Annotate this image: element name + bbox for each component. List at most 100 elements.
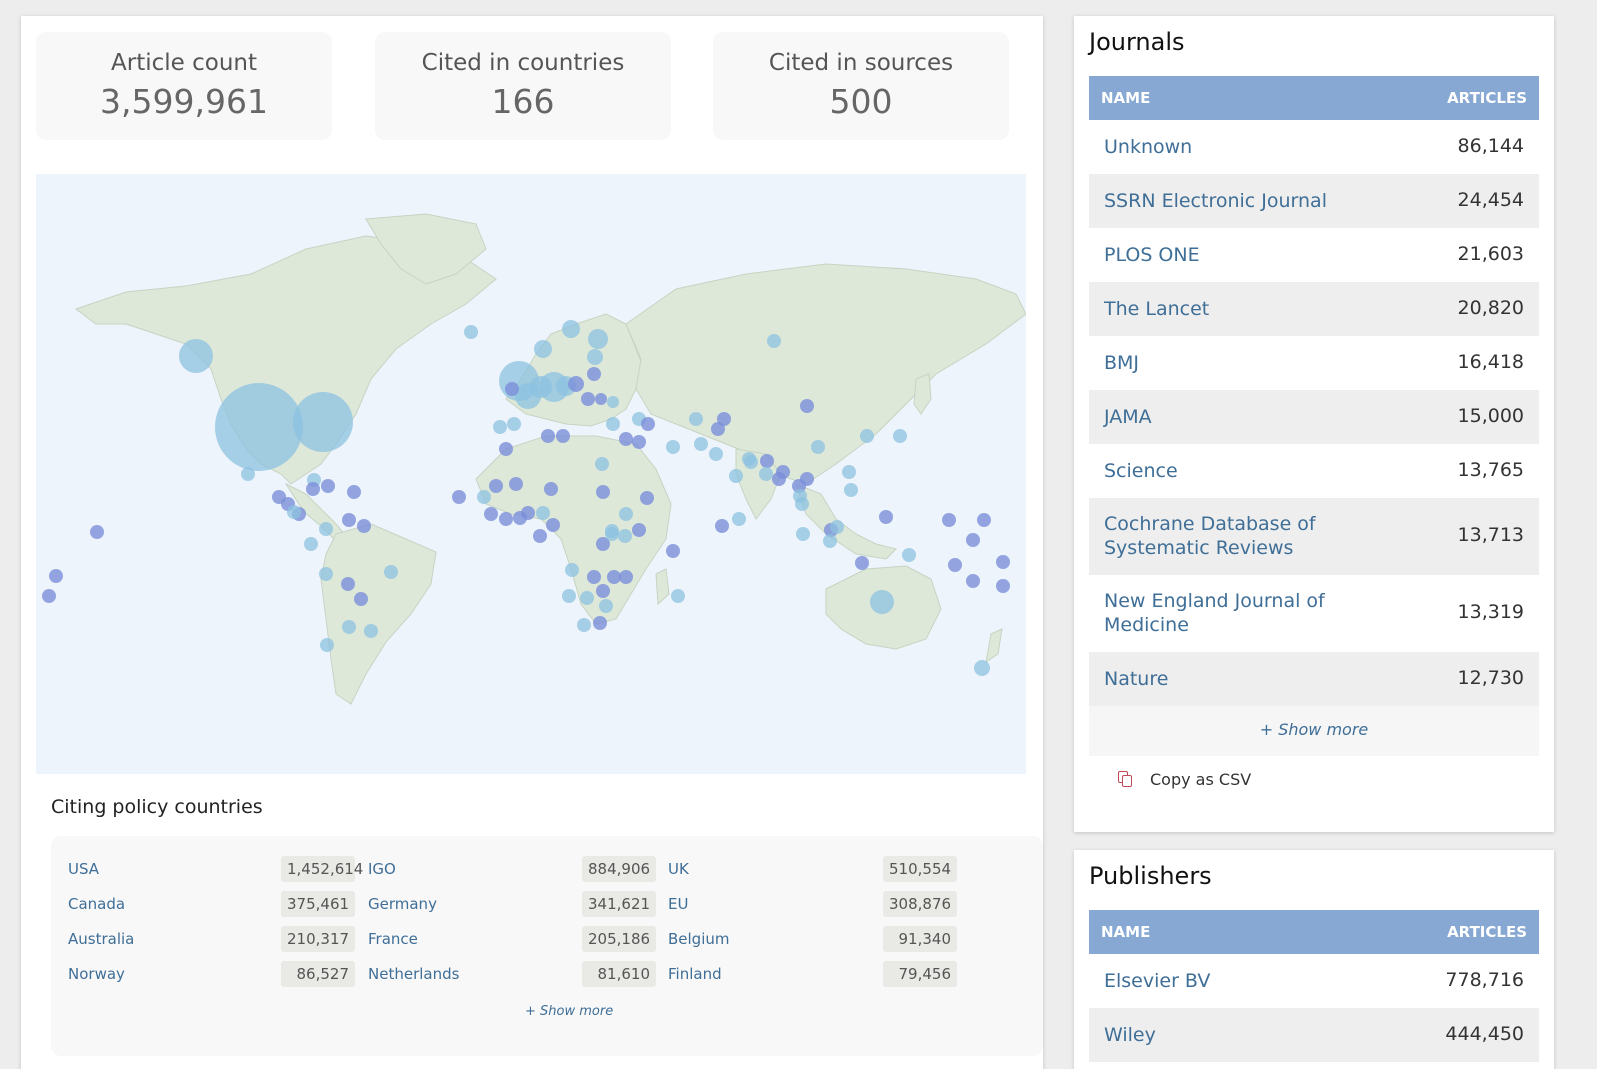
country-name[interactable]: IGO [368,856,396,882]
map-bubble[interactable] [484,507,498,521]
country-row[interactable]: IGO 884,906 [351,856,656,882]
map-bubble[interactable] [689,412,703,426]
map-bubble[interactable] [477,490,491,504]
map-bubble[interactable] [772,472,786,486]
journal-name-link[interactable]: Nature [1104,667,1374,691]
country-name[interactable]: Norway [68,961,125,987]
map-bubble[interactable] [759,467,773,481]
map-bubble[interactable] [489,479,503,493]
map-bubble[interactable] [977,513,991,527]
map-bubble[interactable] [452,490,466,504]
map-bubble[interactable] [593,616,607,630]
map-bubble[interactable] [580,591,594,605]
map-bubble[interactable] [536,506,550,520]
map-bubble[interactable] [321,479,335,493]
map-bubble[interactable] [499,512,513,526]
map-bubble[interactable] [632,523,646,537]
map-bubble[interactable] [556,429,570,443]
map-bubble[interactable] [640,491,654,505]
map-bubble[interactable] [319,567,333,581]
map-bubble[interactable] [577,618,591,632]
journal-name-link[interactable]: BMJ [1104,351,1374,375]
map-bubble[interactable] [587,570,601,584]
map-bubble[interactable] [581,392,595,406]
map-bubble[interactable] [694,437,708,451]
map-bubble[interactable] [509,477,523,491]
countries-show-more-link[interactable]: + Show more [525,1004,613,1019]
map-bubble[interactable] [562,320,580,338]
country-row[interactable]: Belgium 91,340 [651,926,957,952]
journal-name-link[interactable]: The Lancet [1104,297,1374,321]
country-name[interactable]: EU [668,891,688,917]
country-row[interactable]: Germany 341,621 [351,891,656,917]
map-bubble[interactable] [974,660,990,676]
map-bubble[interactable] [320,638,334,652]
map-bubble[interactable] [507,417,521,431]
country-name[interactable]: UK [668,856,689,882]
map-bubble[interactable] [533,529,547,543]
map-bubble[interactable] [709,447,723,461]
map-bubble[interactable] [641,417,655,431]
map-bubble[interactable] [855,556,869,570]
map-bubble[interactable] [49,569,63,583]
journal-name-link[interactable]: JAMA [1104,405,1374,429]
map-bubble[interactable] [671,589,685,603]
map-bubble[interactable] [534,340,552,358]
map-bubble[interactable] [606,417,620,431]
country-row[interactable]: France 205,186 [351,926,656,952]
map-bubble[interactable] [966,533,980,547]
map-bubble[interactable] [879,510,893,524]
map-bubble[interactable] [287,505,301,519]
copy-csv-button[interactable]: Copy as CSV [1118,770,1251,789]
map-bubble[interactable] [90,525,104,539]
country-row[interactable]: Netherlands 81,610 [351,961,656,987]
map-bubble[interactable] [319,522,333,536]
map-bubble[interactable] [607,570,621,584]
map-bubble[interactable] [732,512,746,526]
map-bubble[interactable] [870,590,894,614]
map-bubble[interactable] [179,339,213,373]
publisher-name-link[interactable]: Elsevier BV [1104,969,1374,993]
map-bubble[interactable] [595,393,607,405]
map-bubble[interactable] [364,624,378,638]
map-bubble[interactable] [544,482,558,496]
country-name[interactable]: Netherlands [368,961,459,987]
map-bubble[interactable] [715,519,729,533]
country-row[interactable]: UK 510,554 [651,856,957,882]
map-bubble[interactable] [742,452,756,466]
journal-name-link[interactable]: Unknown [1104,135,1374,159]
map-bubble[interactable] [587,367,601,381]
country-name[interactable]: USA [68,856,99,882]
column-header-name[interactable]: NAME [1101,923,1150,941]
country-row[interactable]: EU 308,876 [651,891,957,917]
map-bubble[interactable] [619,507,633,521]
map-bubble[interactable] [293,392,353,452]
column-header-name[interactable]: NAME [1101,89,1150,107]
map-bubble[interactable] [521,506,535,520]
journal-name-link[interactable]: Cochrane Database of Systematic Reviews [1104,512,1374,560]
map-bubble[interactable] [347,485,361,499]
journal-name-link[interactable]: New England Journal of Medicine [1104,589,1374,637]
map-bubble[interactable] [596,485,610,499]
country-name[interactable]: France [368,926,418,952]
map-bubble[interactable] [568,376,584,392]
map-bubble[interactable] [342,513,356,527]
map-bubble[interactable] [493,420,507,434]
journals-show-more-link[interactable]: + Show more [1089,720,1539,739]
map-bubble[interactable] [711,422,725,436]
map-bubble[interactable] [619,570,633,584]
map-bubble[interactable] [948,558,962,572]
map-bubble[interactable] [860,429,874,443]
country-name[interactable]: Australia [68,926,134,952]
map-bubble[interactable] [241,467,255,481]
map-bubble[interactable] [565,563,579,577]
country-row[interactable]: Finland 79,456 [651,961,957,987]
map-bubble[interactable] [823,534,837,548]
map-bubble[interactable] [306,482,320,496]
map-bubble[interactable] [902,548,916,562]
map-bubble[interactable] [215,383,303,471]
map-bubble[interactable] [666,544,680,558]
map-bubble[interactable] [588,329,608,349]
map-bubble[interactable] [341,577,355,591]
map-bubble[interactable] [607,396,619,408]
